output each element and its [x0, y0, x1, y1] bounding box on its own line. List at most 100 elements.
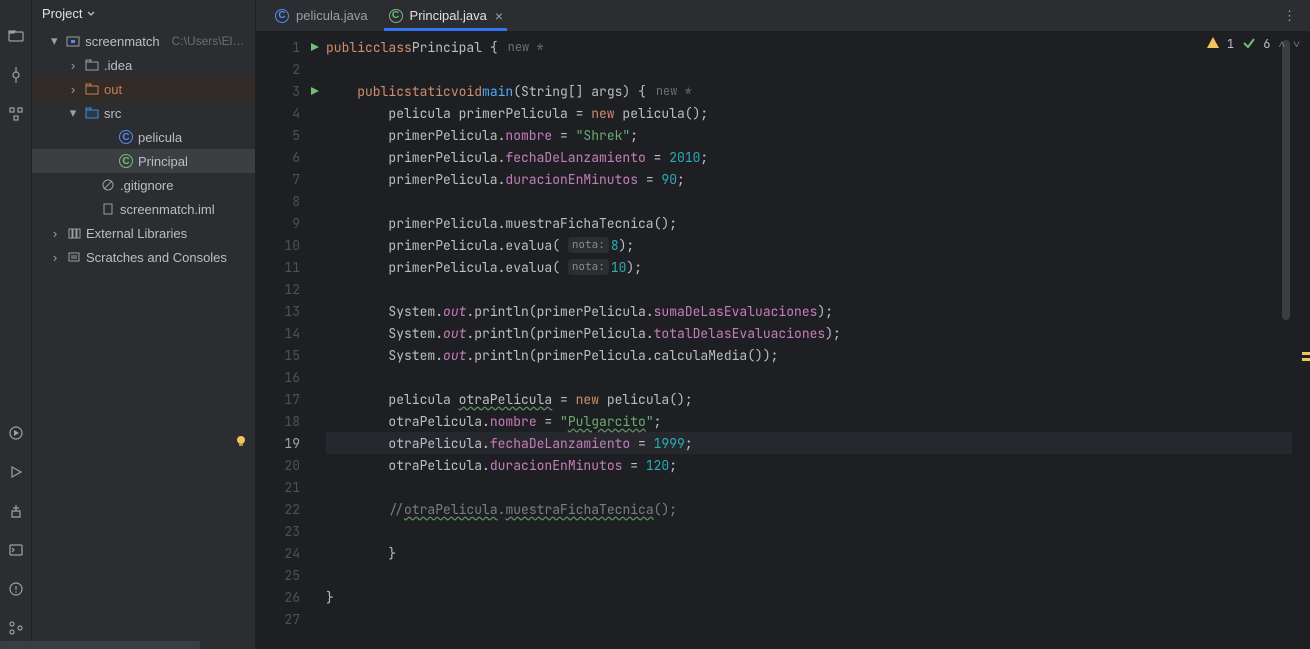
problems-icon[interactable] — [8, 581, 24, 600]
warning-marker[interactable] — [1302, 352, 1310, 355]
tree-label: pelicula — [138, 130, 182, 145]
tab-bar: C pelicula.java C Principal.java × ⋮ — [256, 0, 1310, 32]
ignore-icon — [100, 177, 116, 193]
line-number[interactable]: 18 — [256, 410, 318, 432]
line-number[interactable]: 6 — [256, 146, 318, 168]
tree-item-out[interactable]: › out — [32, 77, 255, 101]
chevron-right-icon: › — [48, 226, 62, 241]
line-number[interactable]: 4 — [256, 102, 318, 124]
tree-item-iml[interactable]: › screenmatch.iml — [32, 197, 255, 221]
scrollbar-horizontal[interactable] — [0, 641, 200, 649]
ok-indicator[interactable]: 6 — [1242, 36, 1270, 52]
path-hint: C:\Users\Elena — [172, 34, 247, 48]
close-icon[interactable]: × — [495, 8, 503, 24]
line-number[interactable]: 8 — [256, 190, 318, 212]
chevron-right-icon: › — [66, 58, 80, 73]
folder-src-icon — [84, 105, 100, 121]
line-number[interactable]: 14 — [256, 322, 318, 344]
tree-item-extlibs[interactable]: › External Libraries — [32, 221, 255, 245]
run-icon[interactable] — [8, 425, 24, 444]
editor-area[interactable]: 1 6 ˄ ˅ 1 2 3 4 5 6 7 8 9 10 11 12 13 14… — [256, 32, 1310, 649]
editor-gutter: 1 2 3 4 5 6 7 8 9 10 11 12 13 14 15 16 1… — [256, 32, 318, 649]
scrollbar-vertical[interactable] — [1282, 40, 1290, 320]
project-sidebar: Project ▾ screenmatch C:\Users\Elena › .… — [32, 0, 256, 649]
class-main-icon: C — [118, 153, 134, 169]
chevron-down-icon: ▾ — [66, 105, 80, 121]
line-number[interactable]: 22 — [256, 498, 318, 520]
line-number[interactable]: 17 — [256, 388, 318, 410]
tree-label: Principal — [138, 154, 188, 169]
line-number[interactable]: 15 — [256, 344, 318, 366]
build-icon[interactable] — [8, 503, 24, 522]
play-icon[interactable] — [8, 464, 24, 483]
tree-label: screenmatch — [85, 34, 159, 49]
folder-icon[interactable] — [8, 28, 24, 47]
class-icon: C — [274, 8, 290, 24]
line-number[interactable]: 7 — [256, 168, 318, 190]
tab-pelicula[interactable]: C pelicula.java — [264, 0, 378, 31]
tree-root[interactable]: ▾ screenmatch C:\Users\Elena — [32, 29, 255, 53]
line-number[interactable]: 19 — [256, 432, 318, 454]
chevron-right-icon: › — [48, 250, 62, 265]
left-tool-rail — [0, 0, 32, 649]
tab-principal[interactable]: C Principal.java × — [378, 0, 514, 31]
tree-label: Scratches and Consoles — [86, 250, 227, 265]
chevron-down-icon: ▾ — [47, 33, 61, 49]
project-tree: ▾ screenmatch C:\Users\Elena › .idea › o… — [32, 27, 255, 649]
line-number[interactable]: 5 — [256, 124, 318, 146]
tree-item-src[interactable]: ▾ src — [32, 101, 255, 125]
folder-icon — [84, 57, 100, 73]
commit-icon[interactable] — [8, 67, 24, 86]
tree-item-idea[interactable]: › .idea — [32, 53, 255, 77]
line-number[interactable]: 27 — [256, 608, 318, 630]
tree-label: .idea — [104, 58, 132, 73]
error-stripe[interactable] — [1292, 32, 1310, 649]
chevron-down-icon[interactable]: ˅ — [1293, 36, 1300, 52]
intention-bulb-icon[interactable] — [234, 434, 248, 452]
line-number[interactable]: 24 — [256, 542, 318, 564]
folder-icon — [84, 81, 100, 97]
chevron-down-icon — [86, 9, 96, 19]
tab-label: pelicula.java — [296, 8, 368, 23]
library-icon — [66, 225, 82, 241]
line-number[interactable]: 9 — [256, 212, 318, 234]
line-number[interactable]: 12 — [256, 278, 318, 300]
line-number[interactable]: 3 — [256, 80, 318, 102]
warning-indicator[interactable]: 1 — [1206, 36, 1234, 52]
line-number[interactable]: 26 — [256, 586, 318, 608]
line-number[interactable]: 16 — [256, 366, 318, 388]
tree-label: src — [104, 106, 121, 121]
line-number[interactable]: 20 — [256, 454, 318, 476]
warning-marker[interactable] — [1302, 358, 1310, 361]
tab-menu-button[interactable]: ⋮ — [1269, 0, 1310, 31]
tree-label: screenmatch.iml — [120, 202, 215, 217]
line-number[interactable]: 23 — [256, 520, 318, 542]
tab-label: Principal.java — [410, 8, 487, 23]
line-number[interactable]: 1 — [256, 36, 318, 58]
line-number[interactable]: 2 — [256, 58, 318, 80]
tree-item-pelicula[interactable]: › C pelicula — [32, 125, 255, 149]
code-content[interactable]: public class Principal {new * public sta… — [318, 32, 1292, 649]
tree-label: External Libraries — [86, 226, 187, 241]
project-title: Project — [42, 6, 82, 21]
scratch-icon — [66, 249, 82, 265]
vcs-icon[interactable] — [8, 620, 24, 639]
tree-item-gitignore[interactable]: › .gitignore — [32, 173, 255, 197]
tree-label: out — [104, 82, 122, 97]
module-icon — [65, 33, 81, 49]
line-number[interactable]: 10 — [256, 234, 318, 256]
tree-item-principal[interactable]: › C Principal — [32, 149, 255, 173]
line-number[interactable]: 11 — [256, 256, 318, 278]
class-main-icon: C — [388, 8, 404, 24]
line-number[interactable]: 21 — [256, 476, 318, 498]
chevron-up-icon[interactable]: ˄ — [1278, 36, 1285, 52]
tree-item-scratches[interactable]: › Scratches and Consoles — [32, 245, 255, 269]
structure-icon[interactable] — [8, 106, 24, 125]
editor-main: C pelicula.java C Principal.java × ⋮ 1 6… — [256, 0, 1310, 649]
file-icon — [100, 201, 116, 217]
terminal-icon[interactable] — [8, 542, 24, 561]
inspections-widget[interactable]: 1 6 ˄ ˅ — [1206, 36, 1300, 52]
line-number[interactable]: 13 — [256, 300, 318, 322]
line-number[interactable]: 25 — [256, 564, 318, 586]
project-header[interactable]: Project — [32, 0, 255, 27]
